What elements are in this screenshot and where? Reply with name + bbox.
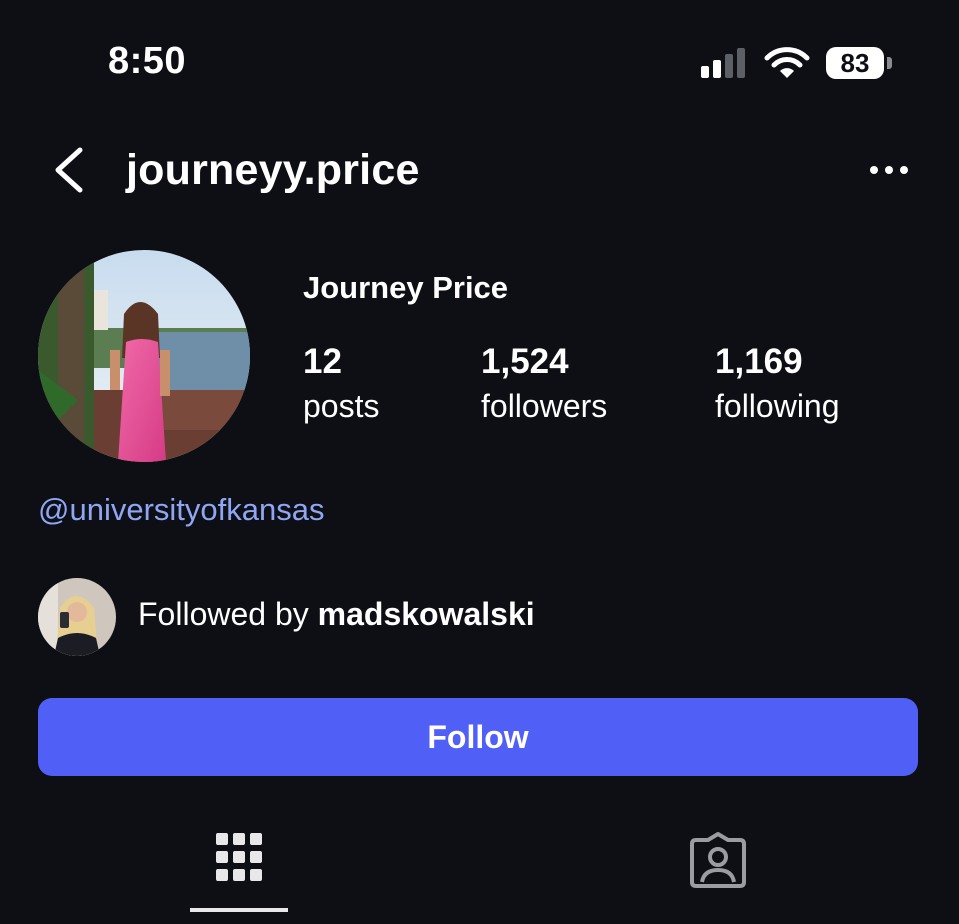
followers-label: followers [481, 388, 608, 424]
posts-count: 12 [303, 342, 342, 381]
mutual-follower-name[interactable]: madskowalski [318, 596, 535, 632]
status-time: 8:50 [108, 40, 187, 82]
profile-username: journeyy.price [126, 146, 420, 194]
stat-posts[interactable]: 12 posts [303, 340, 379, 428]
back-button[interactable] [48, 142, 90, 198]
profile-photo [38, 250, 250, 462]
profile-avatar[interactable] [38, 250, 250, 462]
more-options-icon [870, 166, 878, 174]
grid-icon [216, 833, 262, 881]
followed-by-prefix: Followed by [138, 596, 309, 632]
tagged-person-icon [690, 832, 746, 888]
active-tab-indicator [190, 908, 288, 912]
following-label: following [715, 388, 840, 424]
tab-tagged[interactable] [668, 820, 768, 916]
followers-count: 1,524 [481, 342, 569, 381]
bio-mention-link[interactable]: @universityofkansas [38, 492, 324, 528]
tab-posts-grid[interactable] [190, 820, 288, 916]
stat-followers[interactable]: 1,524 followers [481, 340, 607, 428]
battery-tip [887, 57, 892, 69]
mutual-follower-avatar[interactable] [38, 578, 116, 656]
stat-following[interactable]: 1,169 following [715, 340, 840, 428]
cellular-signal-icon [701, 48, 749, 78]
posts-label: posts [303, 388, 380, 424]
followed-by-text: Followed by madskowalski [138, 596, 535, 633]
profile-full-name: Journey Price [303, 270, 509, 305]
wifi-icon [764, 47, 810, 78]
more-options-button[interactable] [866, 156, 912, 184]
profile-screen: 8:50 83 journeyy.price Journey Price 12 … [0, 0, 959, 924]
mutual-follower-photo [38, 578, 116, 656]
following-count: 1,169 [715, 342, 803, 381]
follow-button[interactable]: Follow [38, 698, 918, 776]
battery-indicator: 83 [826, 47, 884, 79]
